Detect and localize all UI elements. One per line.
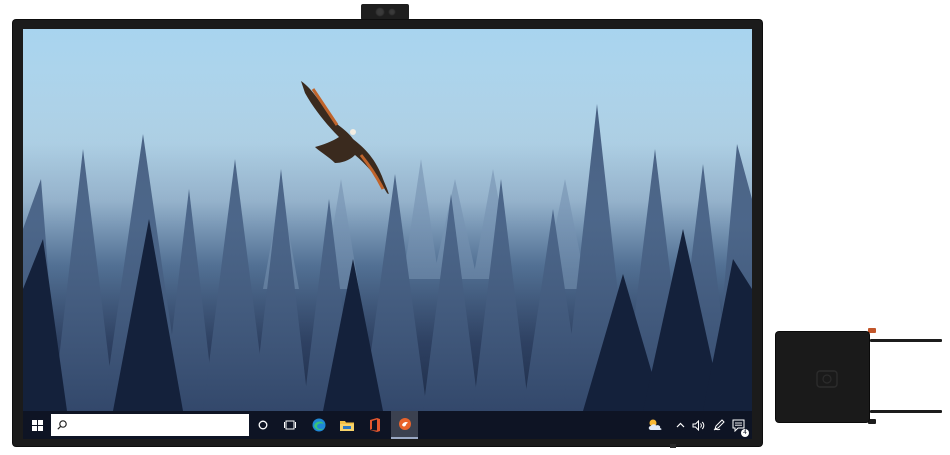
- display-sensor-notch: [670, 444, 676, 448]
- action-center-button[interactable]: 4: [729, 411, 749, 439]
- cortana-button[interactable]: [253, 411, 273, 439]
- show-hidden-icons-button[interactable]: [673, 411, 687, 439]
- display-screen: 4: [23, 29, 752, 439]
- task-view-icon: [284, 420, 296, 430]
- folder-icon: [340, 421, 354, 431]
- search-icon: [57, 420, 67, 430]
- taskbar-app-edge[interactable]: [307, 411, 331, 439]
- pen-icon: [713, 419, 725, 431]
- windows-logo-icon: [31, 419, 43, 431]
- chevron-up-icon: [676, 422, 684, 428]
- notification-count-badge: 4: [741, 429, 749, 437]
- compute-box: [776, 332, 869, 422]
- taskbar-app-file-explorer[interactable]: [335, 411, 359, 439]
- speaker-icon: [692, 419, 704, 431]
- volume-button[interactable]: [689, 411, 707, 439]
- start-button[interactable]: [23, 411, 51, 439]
- antenna-top: [870, 339, 942, 342]
- taskbar-search-box[interactable]: [51, 414, 249, 436]
- webcam: [361, 4, 409, 20]
- taskbar-app-whiteboard[interactable]: [391, 411, 418, 439]
- taskbar-app-office[interactable]: [363, 411, 387, 439]
- antenna-top-hinge: [868, 328, 876, 333]
- camera-sensor: [388, 8, 396, 16]
- search-input[interactable]: [73, 418, 247, 432]
- office-icon: [370, 418, 380, 432]
- cortana-circle-icon: [258, 420, 268, 430]
- antenna-bottom-hinge: [868, 419, 876, 424]
- brand-logo-icon: [816, 370, 838, 388]
- surface-hub-product-view: 4: [0, 0, 950, 455]
- edge-icon: [312, 418, 326, 432]
- forest-wallpaper-art: [23, 29, 752, 411]
- weather-cloud-sun-icon: [648, 419, 662, 430]
- antenna-bottom: [870, 410, 942, 413]
- camera-lens: [375, 7, 385, 17]
- app-orange-icon: [398, 418, 411, 430]
- taskbar: 4: [23, 411, 752, 439]
- desktop-wallpaper: [23, 29, 752, 411]
- pen-workspace-button[interactable]: [711, 411, 727, 439]
- weather-widget[interactable]: [644, 411, 666, 439]
- task-view-button[interactable]: [279, 411, 301, 439]
